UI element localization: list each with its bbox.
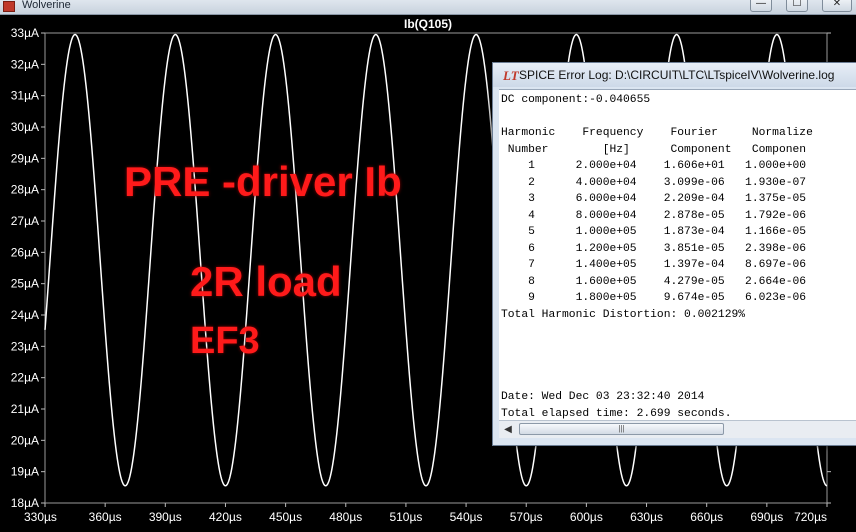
x-tick-label: 720µs: [794, 510, 827, 524]
x-tick-label: 420µs: [209, 510, 242, 524]
y-tick-label: 19µA: [11, 465, 39, 479]
x-tick-label: 630µs: [630, 510, 663, 524]
x-tick-label: 480µs: [329, 510, 362, 524]
log-line: Date: Wed Dec 03 23:32:40 2014: [501, 391, 705, 403]
x-tick-label: 600µs: [570, 510, 603, 524]
log-line: 9 1.800e+05 9.674e-05 6.023e-06: [501, 292, 807, 304]
y-tick-label: 28µA: [11, 183, 39, 197]
x-tick-label: 690µs: [750, 510, 783, 524]
annotation-pre-driver: PRE -driver Ib: [124, 158, 402, 205]
plot-title: Ib(Q105): [403, 17, 452, 31]
x-tick-label: 510µs: [389, 510, 422, 524]
spice-error-log-window[interactable]: LT SPICE Error Log: D:\CIRCUIT\LTC\LTspi…: [492, 62, 856, 446]
y-tick-label: 31µA: [11, 89, 39, 103]
x-tick-label: 540µs: [450, 510, 483, 524]
horizontal-scrollbar[interactable]: ◀ |||: [499, 420, 856, 438]
y-tick-label: 21µA: [11, 402, 39, 416]
x-tick-label: 570µs: [510, 510, 543, 524]
y-tick-label: 20µA: [11, 433, 39, 447]
annotation-load: 2R load: [190, 258, 342, 305]
error-log-titlebar[interactable]: LT SPICE Error Log: D:\CIRCUIT\LTC\LTspi…: [493, 63, 856, 87]
annotation-ef3: EF3: [190, 320, 260, 362]
scrollbar-thumb[interactable]: |||: [519, 423, 724, 435]
log-line: 3 6.000e+04 2.209e-04 1.375e-05: [501, 193, 807, 205]
y-tick-label: 25µA: [11, 277, 39, 291]
y-tick-label: 30µA: [11, 120, 39, 134]
error-log-content[interactable]: DC component:-0.040655 Harmonic Frequenc…: [499, 89, 856, 420]
y-tick-label: 27µA: [11, 214, 39, 228]
log-line: DC component:-0.040655: [501, 94, 651, 106]
log-line: Total elapsed time: 2.699 seconds.: [501, 407, 732, 420]
log-line: Total Harmonic Distortion: 0.002129%: [501, 308, 746, 321]
log-line: 5 1.000e+05 1.873e-04 1.166e-05: [501, 226, 807, 238]
y-tick-label: 29µA: [11, 151, 39, 165]
y-tick-label: 32µA: [11, 57, 39, 71]
scroll-left-icon[interactable]: ◀: [501, 423, 515, 436]
log-line: 7 1.400e+05 1.397e-04 8.697e-06: [501, 259, 807, 271]
x-tick-label: 660µs: [690, 510, 723, 524]
log-line: 1 2.000e+04 1.606e+01 1.000e+00: [501, 160, 807, 172]
log-line: 2 4.000e+04 3.099e-06 1.930e-07: [501, 176, 807, 189]
y-tick-label: 26µA: [11, 245, 39, 259]
error-log-text: DC component:-0.040655 Harmonic Frequenc…: [499, 90, 856, 420]
x-tick-label: 390µs: [149, 510, 182, 524]
error-log-title: SPICE Error Log: D:\CIRCUIT\LTC\LTspiceI…: [519, 68, 835, 82]
y-tick-label: 22µA: [11, 371, 39, 385]
x-tick-label: 330µs: [24, 510, 57, 524]
ltspice-logo-icon: LT: [503, 68, 519, 83]
log-line: Number [Hz] Component Componen: [501, 143, 807, 156]
log-line: 8 1.600e+05 4.279e-05 2.664e-06: [501, 275, 807, 288]
y-tick-label: 24µA: [11, 308, 39, 322]
x-tick-label: 450µs: [269, 510, 302, 524]
log-line: Harmonic Frequency Fourier Normalize: [501, 127, 813, 139]
log-line: 6 1.200e+05 3.851e-05 2.398e-06: [501, 242, 807, 255]
y-tick-label: 18µA: [11, 496, 39, 510]
y-tick-label: 23µA: [11, 339, 39, 353]
x-tick-label: 360µs: [89, 510, 122, 524]
log-line: 4 8.000e+04 2.878e-05 1.792e-06: [501, 209, 807, 222]
